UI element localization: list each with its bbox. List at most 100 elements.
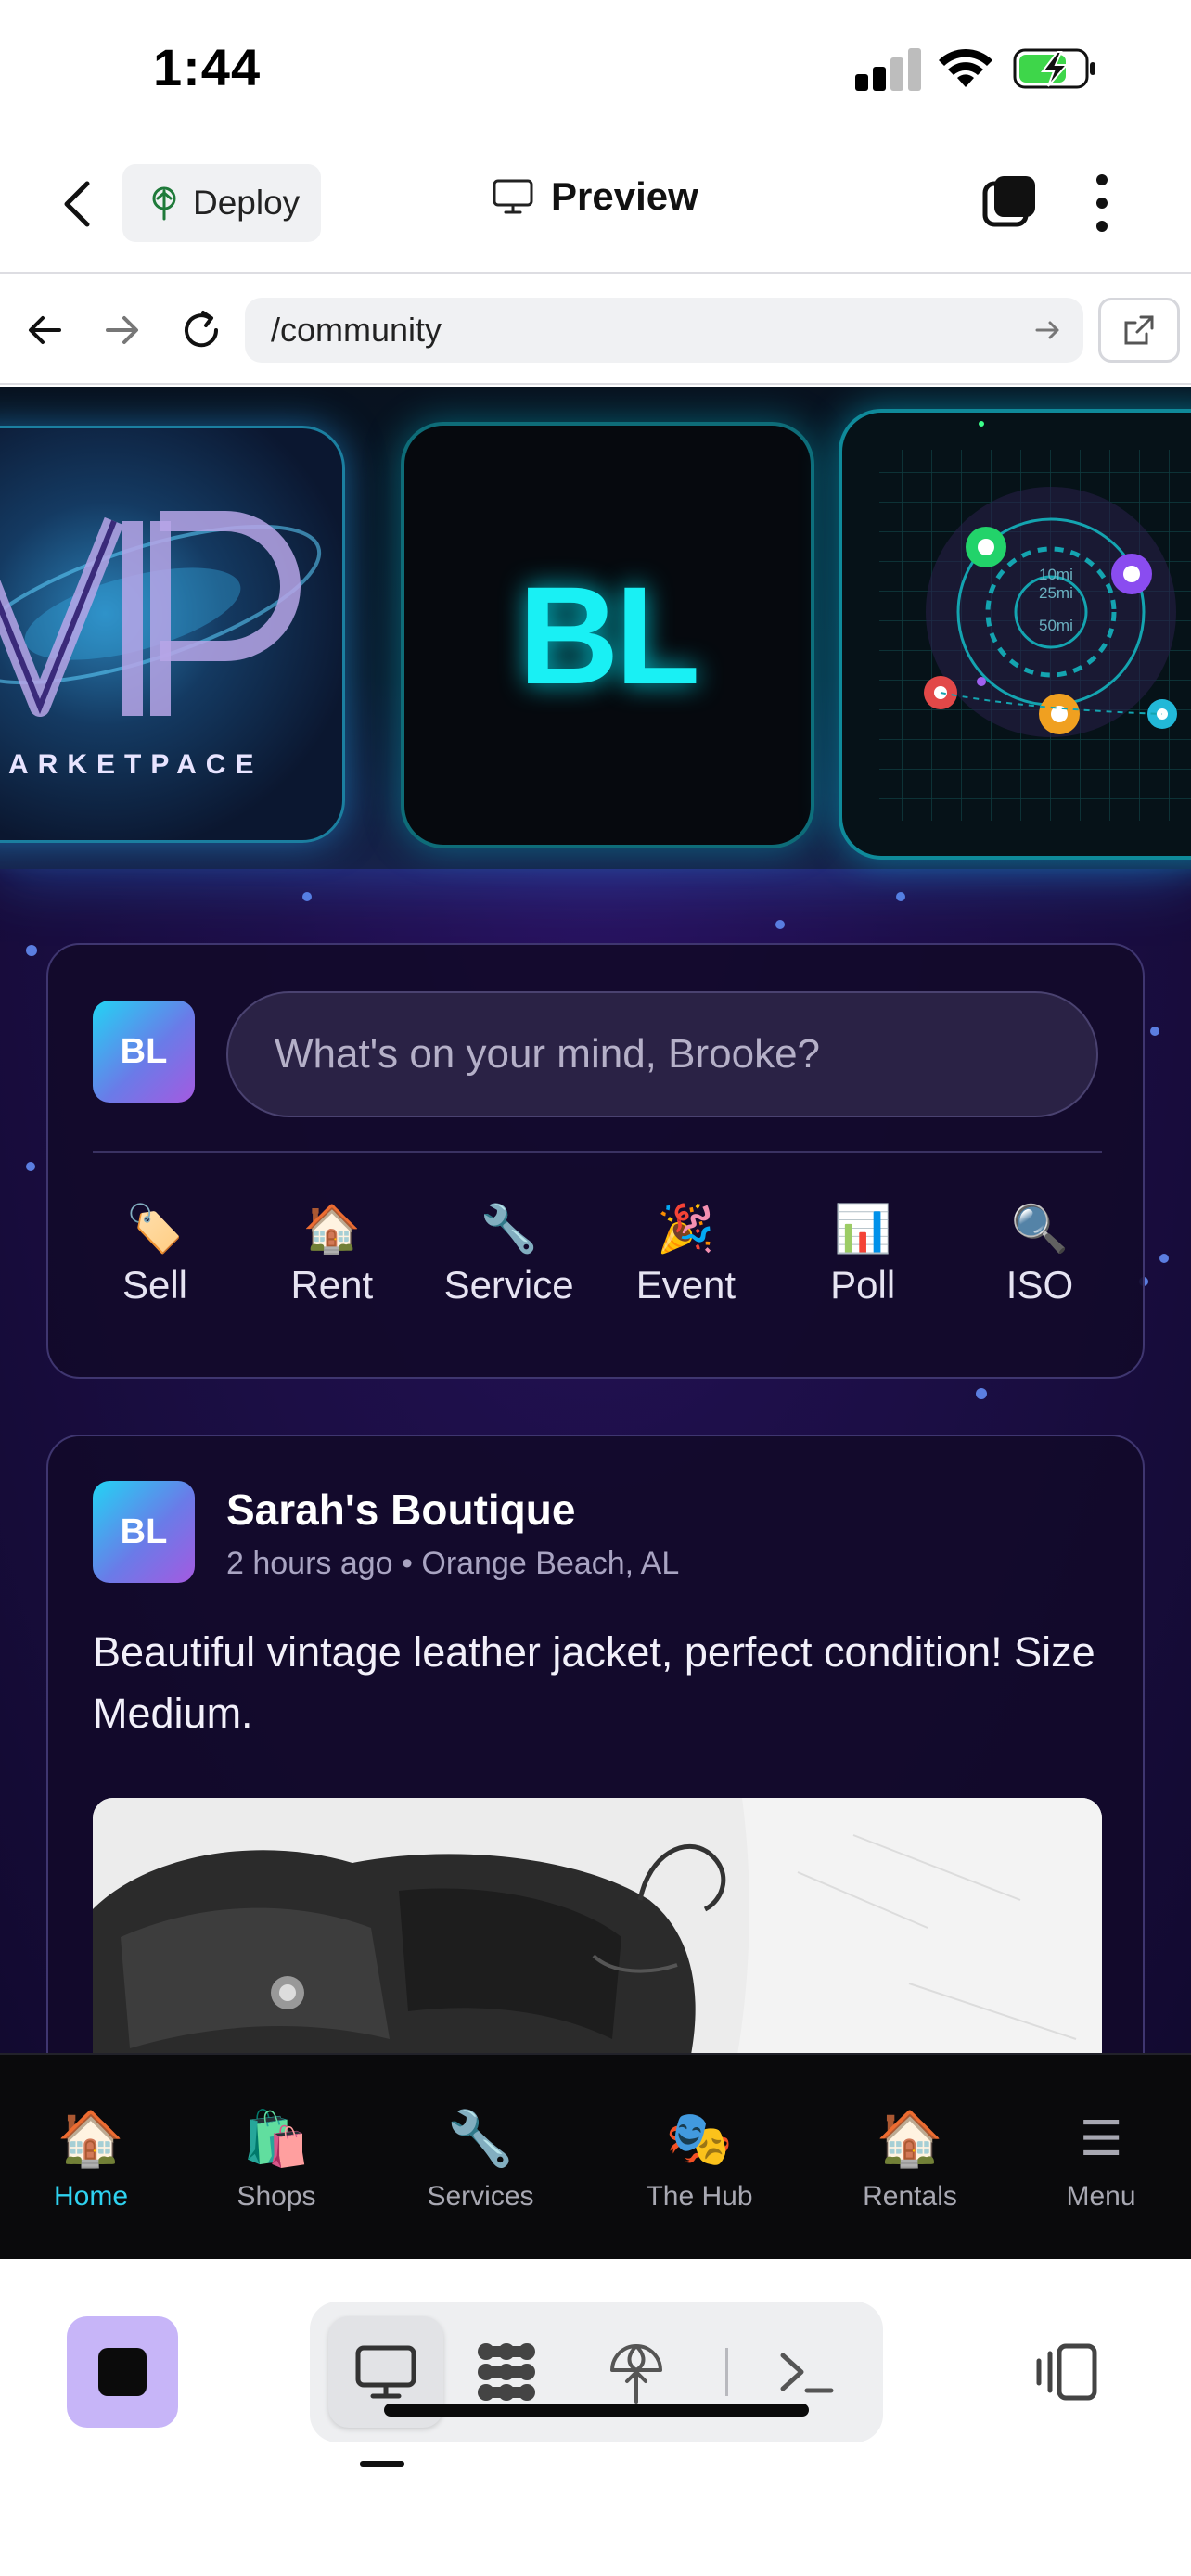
workspace-grid-icon[interactable] <box>469 2335 544 2409</box>
ring-label-25mi: 25mi <box>1039 584 1073 602</box>
tab-shops[interactable]: 🛍️ Shops <box>184 2107 369 2213</box>
sidebar-toggle-icon[interactable] <box>1031 2335 1106 2409</box>
status-input[interactable]: What's on your mind, Brooke? <box>226 991 1098 1117</box>
post-composer-card: BL What's on your mind, Brooke? 🏷️ Sell … <box>46 943 1145 1379</box>
tab-the-hub[interactable]: 🎭 The Hub <box>607 2107 792 2213</box>
hamburger-icon: ☰ <box>1079 2112 1123 2166</box>
more-vertical-icon[interactable] <box>1091 172 1113 234</box>
monitor-icon[interactable] <box>349 2335 423 2409</box>
divider <box>93 1151 1102 1153</box>
bl-logo-tile[interactable]: BL <box>401 422 814 848</box>
tab-label: Rentals <box>863 2181 957 2212</box>
tab-menu[interactable]: ☰ Menu <box>1008 2107 1191 2213</box>
open-external-button[interactable] <box>1098 298 1180 363</box>
tab-label: Services <box>427 2181 534 2212</box>
action-label: Poll <box>830 1263 896 1307</box>
status-time: 1:44 <box>153 38 262 96</box>
action-iso[interactable]: 🔍 ISO <box>970 1200 1109 1307</box>
action-sell[interactable]: 🏷️ Sell <box>85 1200 224 1307</box>
feed-post-card[interactable]: BL Sarah's Boutique 2 hours ago • Orange… <box>46 1435 1145 2053</box>
action-rent[interactable]: 🏠 Rent <box>263 1200 402 1307</box>
action-poll[interactable]: 📊 Poll <box>793 1200 932 1307</box>
terminal-icon[interactable] <box>770 2335 844 2409</box>
action-label: ISO <box>1005 1263 1074 1307</box>
party-popper-icon: 🎉 <box>657 1203 715 1255</box>
post-type-actions: 🏷️ Sell 🏠 Rent 🔧 Service 🎉 Event 📊 Poll … <box>67 1200 1128 1307</box>
tab-rentals[interactable]: 🏠 Rentals <box>817 2107 1003 2213</box>
bar-chart-icon: 📊 <box>834 1203 892 1255</box>
bottom-tab-bar: 🏠 Home 🛍️ Shops 🔧 Services 🎭 The Hub 🏠 R… <box>0 2053 1191 2259</box>
action-event[interactable]: 🎉 Event <box>616 1200 755 1307</box>
vip-logo: ARKETPACE <box>0 511 322 780</box>
reload-icon[interactable] <box>174 303 228 357</box>
deploy-icon[interactable] <box>599 2335 673 2409</box>
stop-button[interactable] <box>67 2316 178 2428</box>
leather-jacket-image <box>93 1798 1102 2053</box>
monitor-icon <box>493 179 533 214</box>
house-icon: 🏠 <box>57 2109 125 2169</box>
vip-tile-text: ARKETPACE <box>8 749 263 780</box>
wrench-icon: 🔧 <box>446 2109 515 2169</box>
app-header: Deploy Preview <box>0 139 1191 274</box>
post-author[interactable]: Sarah's Boutique <box>226 1485 575 1535</box>
ring-label-50mi: 50mi <box>1039 617 1073 634</box>
external-link-icon <box>1124 315 1154 345</box>
theater-masks-icon: 🎭 <box>665 2109 734 2169</box>
deploy-button[interactable]: Deploy <box>122 164 321 242</box>
tab-label: Home <box>53 2181 129 2212</box>
community-page: ARKETPACE BL 10mi 25mi 50mi BL What's on… <box>0 387 1191 2053</box>
browser-back-icon[interactable] <box>19 303 72 357</box>
sparkle-dot <box>26 945 37 956</box>
wrench-icon: 🔧 <box>480 1203 538 1255</box>
house-icon: 🏠 <box>302 1203 361 1255</box>
tab-home[interactable]: 🏠 Home <box>0 2107 184 2213</box>
cellular-signal-icon <box>855 48 921 91</box>
active-indicator <box>360 2461 404 2467</box>
preview-label: Preview <box>551 174 698 218</box>
tab-label: Menu <box>1066 2181 1136 2212</box>
view-mode-switcher <box>310 2302 883 2442</box>
sparkle-dot <box>1150 1027 1159 1036</box>
battery-charging-icon <box>1013 48 1095 89</box>
deploy-label: Deploy <box>193 184 301 222</box>
ring-label-10mi: 10mi <box>1039 566 1073 583</box>
tag-icon: 🏷️ <box>125 1203 185 1255</box>
deploy-icon <box>152 186 176 221</box>
shopping-bags-icon: 🛍️ <box>242 2109 311 2169</box>
home-indicator <box>384 2404 809 2417</box>
post-photo[interactable] <box>93 1798 1102 2053</box>
house-icon: 🏠 <box>876 2109 944 2169</box>
status-bar: 1:44 <box>0 0 1191 139</box>
sparkle-dot <box>26 1162 35 1171</box>
bl-tile-text: BL <box>519 556 700 713</box>
browser-forward-icon[interactable] <box>95 303 148 357</box>
action-label: Event <box>635 1263 736 1307</box>
url-field[interactable]: /community <box>245 298 1083 363</box>
post-body: Beautiful vintage leather jacket, perfec… <box>93 1628 1095 1737</box>
tab-label: Shops <box>237 2181 316 2212</box>
url-text: /community <box>271 311 442 349</box>
action-service[interactable]: 🔧 Service <box>440 1200 579 1307</box>
radius-map-graphic: 10mi 25mi 50mi <box>879 421 1191 821</box>
radius-map-tile[interactable]: 10mi 25mi 50mi <box>839 409 1191 860</box>
magnifier-icon: 🔍 <box>1010 1203 1069 1255</box>
dev-toolbar <box>0 2259 1191 2576</box>
tab-label: The Hub <box>646 2181 753 2212</box>
sparkle-dot <box>1159 1254 1169 1263</box>
divider <box>725 2348 728 2396</box>
browser-bar: /community <box>0 275 1191 385</box>
stop-icon <box>98 2348 147 2396</box>
sparkle-dot <box>976 1388 987 1399</box>
status-input-placeholder: What's on your mind, Brooke? <box>275 1031 821 1077</box>
sparkle-dot <box>896 892 905 901</box>
avatar[interactable]: BL <box>93 1001 195 1103</box>
tabs-icon[interactable] <box>981 172 1039 230</box>
preview-title[interactable]: Preview <box>492 174 698 219</box>
post-meta: 2 hours ago • Orange Beach, AL <box>226 1546 680 1581</box>
vip-marketplace-tile[interactable]: ARKETPACE <box>0 426 345 843</box>
back-chevron-icon[interactable] <box>56 176 102 232</box>
go-arrow-icon[interactable] <box>1033 315 1063 345</box>
sparkle-dot <box>302 892 312 901</box>
post-avatar[interactable]: BL <box>93 1481 195 1583</box>
tab-services[interactable]: 🔧 Services <box>388 2107 573 2213</box>
